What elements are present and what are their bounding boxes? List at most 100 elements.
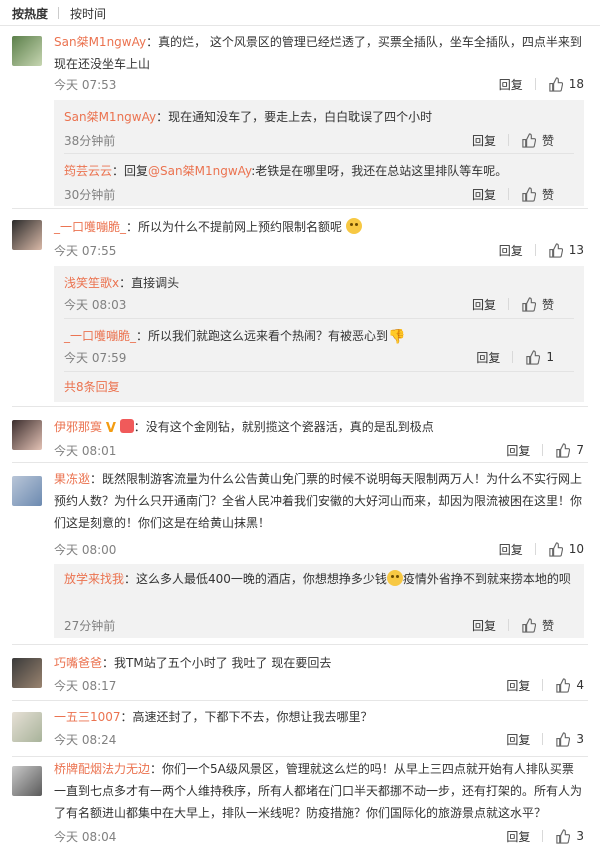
username-link[interactable]: San桀M1ngwAy [54,35,146,49]
like-button[interactable]: 3 [555,731,584,747]
reply-body: :老铁是在哪里呀，我还在总站这里排队等车呢。 [251,164,508,178]
reply-item: San桀M1ngwAy：现在通知没车了，要走上去，白白耽误了四个小时 38分钟前… [54,100,584,152]
reply-actions: 回复 赞 [472,296,554,312]
like-count: 赞 [541,187,554,202]
avatar[interactable] [12,766,42,796]
like-count: 4 [576,678,584,692]
avatar[interactable] [12,712,42,742]
comment-actions: 回复 3 [506,828,584,844]
thumbs-up-icon [522,296,536,312]
avatar[interactable] [12,36,42,66]
like-count: 7 [576,443,584,457]
like-button[interactable]: 赞 [521,186,554,203]
like-count: 赞 [541,618,554,633]
avatar[interactable] [12,658,42,688]
reply-time: 27分钟前 [64,619,116,633]
thumbs-up-icon [556,731,571,747]
thumbs-up-icon [549,76,563,92]
username-link[interactable]: 一五三1007 [54,710,121,724]
comment-actions: 回复 10 [499,541,584,557]
reply-button[interactable]: 回复 [472,132,496,149]
reply-button[interactable]: 回复 [472,617,496,634]
like-button[interactable]: 1 [525,349,554,365]
username-link[interactable]: 筠芸云云 [64,164,112,178]
reply-text: 放学来找我：这么多人最低400一晚的酒店，你想想挣多少钱 疫情外省挣不到就来捞本地… [64,568,574,590]
action-divider [507,188,509,200]
comment-body: ：高速还封了，下都下不去，你想让我去哪里？ [120,710,373,724]
comment-item: 桥牌配烟法力无边：你们一个5A级风景区，管理就这么烂的吗！从早上三四点就开始有人… [0,758,600,854]
like-count: 10 [568,542,584,556]
like-button[interactable]: 赞 [521,617,554,634]
username-link[interactable]: 放学来找我 [64,572,124,586]
comment-time: 今天 07:53 [54,78,117,92]
username-link[interactable]: _一口嚄嘣脆_ [64,329,136,343]
like-count: 3 [576,732,584,746]
username-link[interactable]: San桀M1ngwAy [64,110,156,124]
comment-time: 今天 08:24 [54,733,117,747]
reply-button[interactable]: 回复 [506,677,530,694]
comment-actions: 回复 4 [506,677,584,693]
thumbs-up-icon [522,617,536,633]
action-divider [542,444,544,456]
reply-button[interactable]: 回复 [506,731,530,748]
like-button[interactable]: 18 [548,76,584,92]
avatar[interactable] [12,420,42,450]
reply-button[interactable]: 回复 [499,76,523,93]
reply-button[interactable]: 回复 [472,186,496,203]
thumbs-up-icon [522,186,536,202]
username-link[interactable]: 伊邪那寞 [54,420,102,434]
action-divider [507,619,509,631]
action-divider [534,543,536,555]
reply-button[interactable]: 回复 [499,242,523,259]
reply-time: 今天 07:59 [64,351,127,365]
view-more-replies-link[interactable]: 共8条回复 [64,378,120,395]
username-link[interactable]: 果冻逖 [54,472,90,486]
smile-emoji-icon [345,218,362,234]
reply-time: 今天 08:03 [64,298,127,312]
comment-text: 果冻逖：既然限制游客流量为什么公告黄山免门票的时候不说明每天限制两万人！为什么不… [54,468,584,534]
comment-divider [12,462,588,463]
action-divider [542,830,544,842]
reply-button[interactable]: 回复 [476,349,500,366]
like-button[interactable]: 4 [555,677,584,693]
username-link[interactable]: 浅笑笙歌x [64,276,119,290]
like-button[interactable]: 10 [548,541,584,557]
like-button[interactable]: 赞 [521,296,554,313]
reply-body: ：直接调头 [119,276,180,290]
username-link[interactable]: 巧嘴爸爸 [54,656,102,670]
username-link[interactable]: _一口嚄嘣脆_ [54,220,126,234]
comment-item: 巧嘴爸爸：我TM站了五个小时了 我吐了 现在要回去 今天 08:17 回复 4 [0,646,600,696]
thumbs-up-icon [549,242,563,258]
like-button[interactable]: 赞 [521,132,554,149]
comment-actions: 回复 7 [506,442,584,458]
comment-item: San桀M1ngwAy：真的烂， 这个风景区的管理已经烂透了，买票全插队，坐车全… [0,26,600,212]
comment-item: 一五三1007：高速还封了，下都下不去，你想让我去哪里？ 今天 08:24 回复… [0,702,600,752]
reply-button[interactable]: 回复 [506,442,530,459]
like-count: 赞 [541,133,554,148]
sort-by-time-tab[interactable]: 按时间 [70,5,106,22]
action-divider [534,78,536,90]
like-button[interactable]: 7 [555,442,584,458]
like-button[interactable]: 3 [555,828,584,844]
sort-bar: 按热度 按时间 [0,0,600,26]
comment-text: _一口嚄嘣脆_：所以为什么不提前网上预约限制名额呢 [54,216,584,238]
reply-button[interactable]: 回复 [472,296,496,313]
reply-button[interactable]: 回复 [499,541,523,558]
reply-box: San桀M1ngwAy：现在通知没车了，要走上去，白白耽误了四个小时 38分钟前… [54,100,584,206]
reply-item: 浅笑笙歌x：直接调头 今天 08:03 回复 赞 [54,266,584,318]
like-count: 13 [568,243,584,257]
reply-button[interactable]: 回复 [506,828,530,845]
reply-body-continued: 疫情外省挣不到就来捞本地的呗 [402,572,571,586]
username-link[interactable]: 桥牌配烟法力无边 [54,762,150,776]
avatar[interactable] [12,476,42,506]
comment-actions: 回复 3 [506,731,584,747]
avatar[interactable] [12,220,42,250]
action-divider [507,134,509,146]
reply-actions: 回复 赞 [472,186,554,202]
comment-divider [12,700,588,701]
like-button[interactable]: 13 [548,242,584,258]
reply-text: 筠芸云云：回复@San桀M1ngwAy:老铁是在哪里呀，我还在总站这里排队等车呢… [64,160,574,182]
comment-body: ：我TM站了五个小时了 我吐了 现在要回去 [102,656,332,670]
mention-link[interactable]: @San桀M1ngwAy [148,164,251,178]
sort-by-hot-tab[interactable]: 按热度 [12,5,48,22]
